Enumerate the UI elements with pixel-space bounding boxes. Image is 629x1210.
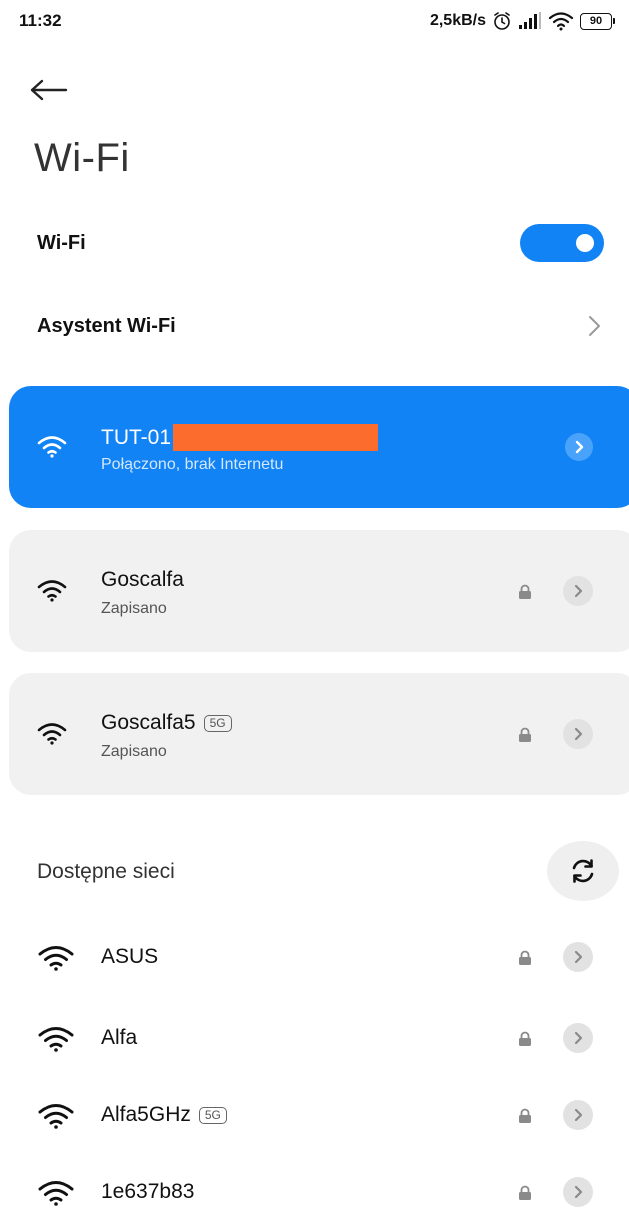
band-5g-badge: 5G <box>198 1106 227 1124</box>
wifi-signal-icon <box>37 580 67 602</box>
refresh-icon <box>572 859 594 883</box>
wifi-assistant-row[interactable]: Asystent Wi-Fi <box>0 294 629 358</box>
network-status: Zapisano <box>101 600 167 617</box>
back-button[interactable] <box>30 68 84 112</box>
wifi-signal-icon <box>37 723 67 745</box>
chevron-right-icon <box>574 950 583 964</box>
network-name: Alfa <box>101 1026 137 1050</box>
toggle-knob <box>576 234 594 252</box>
wifi-assistant-label: Asystent Wi-Fi <box>37 314 176 337</box>
chevron-right-icon <box>575 440 584 454</box>
network-name-text: Alfa5GHz <box>101 1103 191 1126</box>
chevron-right-icon <box>574 1108 583 1122</box>
status-icons: 2,5kB/s 90 <box>430 9 615 33</box>
chevron-right-icon <box>574 727 583 741</box>
wifi-signal-icon <box>38 1104 74 1129</box>
network-name: Goscalfa5 5G <box>101 711 232 735</box>
status-time: 11:32 <box>19 11 62 30</box>
network-details-button[interactable] <box>563 942 593 972</box>
network-name-text: ASUS <box>101 945 159 968</box>
network-name: 1e637b83 <box>101 1180 194 1204</box>
wifi-toggle[interactable] <box>520 224 604 262</box>
wifi-status-icon <box>548 11 574 31</box>
network-name-text: TUT-01 <box>101 425 172 449</box>
available-networks-title: Dostępne sieci <box>37 860 175 883</box>
connected-network-card[interactable]: TUT-01 Połączono, brak Internetu <box>9 386 629 508</box>
network-name: TUT-01 <box>101 424 379 451</box>
network-status: Połączono, brak Internetu <box>101 456 284 473</box>
network-name: ASUS <box>101 945 158 969</box>
network-status: Zapisano <box>101 743 167 760</box>
network-details-button[interactable] <box>565 433 593 461</box>
wifi-toggle-label: Wi-Fi <box>37 231 86 254</box>
saved-network-card[interactable]: Goscalfa Zapisano <box>9 530 629 652</box>
available-network-row[interactable]: Alfa <box>0 1003 629 1073</box>
network-name-text: 1e637b83 <box>101 1180 195 1203</box>
network-name-text: Goscalfa <box>101 568 184 591</box>
alarm-icon <box>492 11 512 31</box>
wifi-signal-icon <box>38 1027 74 1052</box>
network-details-button[interactable] <box>563 576 593 606</box>
lock-icon <box>519 1185 531 1200</box>
page-title: Wi-Fi <box>34 136 130 180</box>
battery-icon: 90 <box>580 12 615 30</box>
arrow-left-icon <box>30 79 68 101</box>
chevron-right-icon <box>574 1185 583 1199</box>
status-bar: 11:32 2,5kB/s 90 <box>0 0 629 44</box>
network-name: Alfa5GHz 5G <box>101 1103 227 1127</box>
lock-icon <box>519 1108 531 1123</box>
wifi-settings-screen: 11:32 2,5kB/s 90 Wi-Fi Wi-Fi Asystent Wi… <box>0 0 629 1210</box>
network-details-button[interactable] <box>563 1100 593 1130</box>
wifi-signal-icon <box>38 1181 74 1206</box>
wifi-signal-icon <box>38 946 74 971</box>
redaction-block <box>173 424 379 451</box>
chevron-right-icon <box>574 1031 583 1045</box>
battery-level: 90 <box>580 12 612 30</box>
network-name: Goscalfa <box>101 568 184 592</box>
refresh-button[interactable] <box>547 841 619 901</box>
wifi-signal-icon <box>37 436 67 458</box>
lock-icon <box>519 727 531 742</box>
chevron-right-icon <box>589 316 600 336</box>
lock-icon <box>519 950 531 965</box>
lock-icon <box>519 584 531 599</box>
chevron-right-icon <box>574 584 583 598</box>
available-network-row[interactable]: 1e637b83 <box>0 1157 629 1210</box>
saved-network-card[interactable]: Goscalfa5 5G Zapisano <box>9 673 629 795</box>
network-details-button[interactable] <box>563 719 593 749</box>
network-speed: 2,5kB/s <box>429 12 486 29</box>
network-details-button[interactable] <box>563 1177 593 1207</box>
signal-icon <box>518 12 542 30</box>
lock-icon <box>519 1031 531 1046</box>
network-name-text: Goscalfa5 <box>101 711 196 734</box>
network-details-button[interactable] <box>563 1023 593 1053</box>
network-name-text: Alfa <box>101 1026 138 1049</box>
available-network-row[interactable]: Alfa5GHz 5G <box>0 1080 629 1150</box>
band-5g-badge: 5G <box>203 714 232 732</box>
available-network-row[interactable]: ASUS <box>0 922 629 992</box>
wifi-toggle-row[interactable]: Wi-Fi <box>0 211 629 275</box>
